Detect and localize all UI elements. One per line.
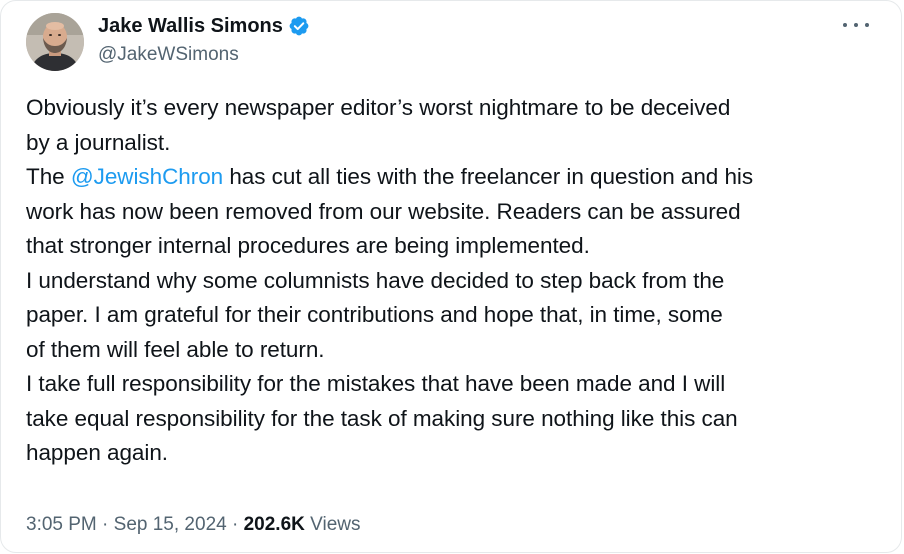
tweet-text-segment: I take full responsibility for the mista… (26, 371, 726, 396)
mention-link[interactable]: @JewishChron (71, 164, 223, 189)
tweet-text-line: take equal responsibility for the task o… (26, 402, 888, 437)
views-label: Views (310, 514, 361, 535)
tweet-text-line: happen again. (26, 436, 888, 471)
meta-separator: · (96, 514, 114, 535)
more-options-icon[interactable] (843, 15, 869, 35)
views-count: 202.6K (243, 514, 305, 535)
more-dot (865, 23, 869, 27)
tweet-text-segment: paper. I am grateful for their contribut… (26, 302, 723, 327)
more-dot (854, 23, 858, 27)
tweet-text-line: that stronger internal procedures are be… (26, 229, 888, 264)
more-dot (843, 23, 847, 27)
tweet-text-segment: has cut all ties with the freelancer in … (223, 164, 754, 189)
tweet-text-segment: of them will feel able to return. (26, 336, 325, 362)
tweet-text-segment: The (26, 164, 71, 189)
handle[interactable]: @JakeWSimons (98, 42, 310, 68)
tweet-text-segment: Obviously it’s every newspaper editor’s … (26, 95, 731, 120)
tweet-text-line: by a journalist. (26, 126, 888, 161)
tweet-text-line: of them will feel able to return. (26, 333, 888, 368)
avatar-image (26, 13, 84, 71)
meta-separator: · (226, 514, 244, 535)
author-name-row: Jake Wallis Simons (98, 13, 310, 39)
tweet-text-segment: I understand why some columnists have de… (26, 267, 725, 293)
tweet-date[interactable]: Sep 15, 2024 (114, 514, 227, 535)
tweet-text-segment: that stronger internal procedures are be… (26, 233, 590, 258)
tweet-text-segment: by a journalist. (26, 129, 171, 155)
tweet-text-line: work has now been removed from our websi… (26, 195, 888, 230)
tweet-text-segment: take equal responsibility for the task o… (26, 405, 738, 431)
tweet-text-line: I take full responsibility for the mista… (26, 367, 888, 402)
tweet-card: Jake Wallis Simons @JakeWSimons Obviousl… (0, 0, 902, 553)
tweet-text-line: The @JewishChron has cut all ties with t… (26, 160, 888, 195)
display-name[interactable]: Jake Wallis Simons (98, 13, 283, 39)
avatar[interactable] (26, 13, 84, 71)
tweet-meta: 3:05 PM · Sep 15, 2024 · 202.6K Views (26, 511, 361, 539)
verified-badge-icon[interactable] (288, 15, 310, 37)
tweet-text-line: Obviously it’s every newspaper editor’s … (26, 91, 888, 126)
tweet-text: Obviously it’s every newspaper editor’s … (26, 91, 888, 471)
tweet-text-line: paper. I am grateful for their contribut… (26, 298, 888, 333)
author-block: Jake Wallis Simons @JakeWSimons (98, 13, 310, 68)
tweet-time[interactable]: 3:05 PM (26, 514, 97, 535)
tweet-text-line: I understand why some columnists have de… (26, 264, 888, 299)
tweet-text-segment: happen again. (26, 440, 168, 465)
tweet-text-segment: work has now been removed from our websi… (26, 198, 741, 224)
